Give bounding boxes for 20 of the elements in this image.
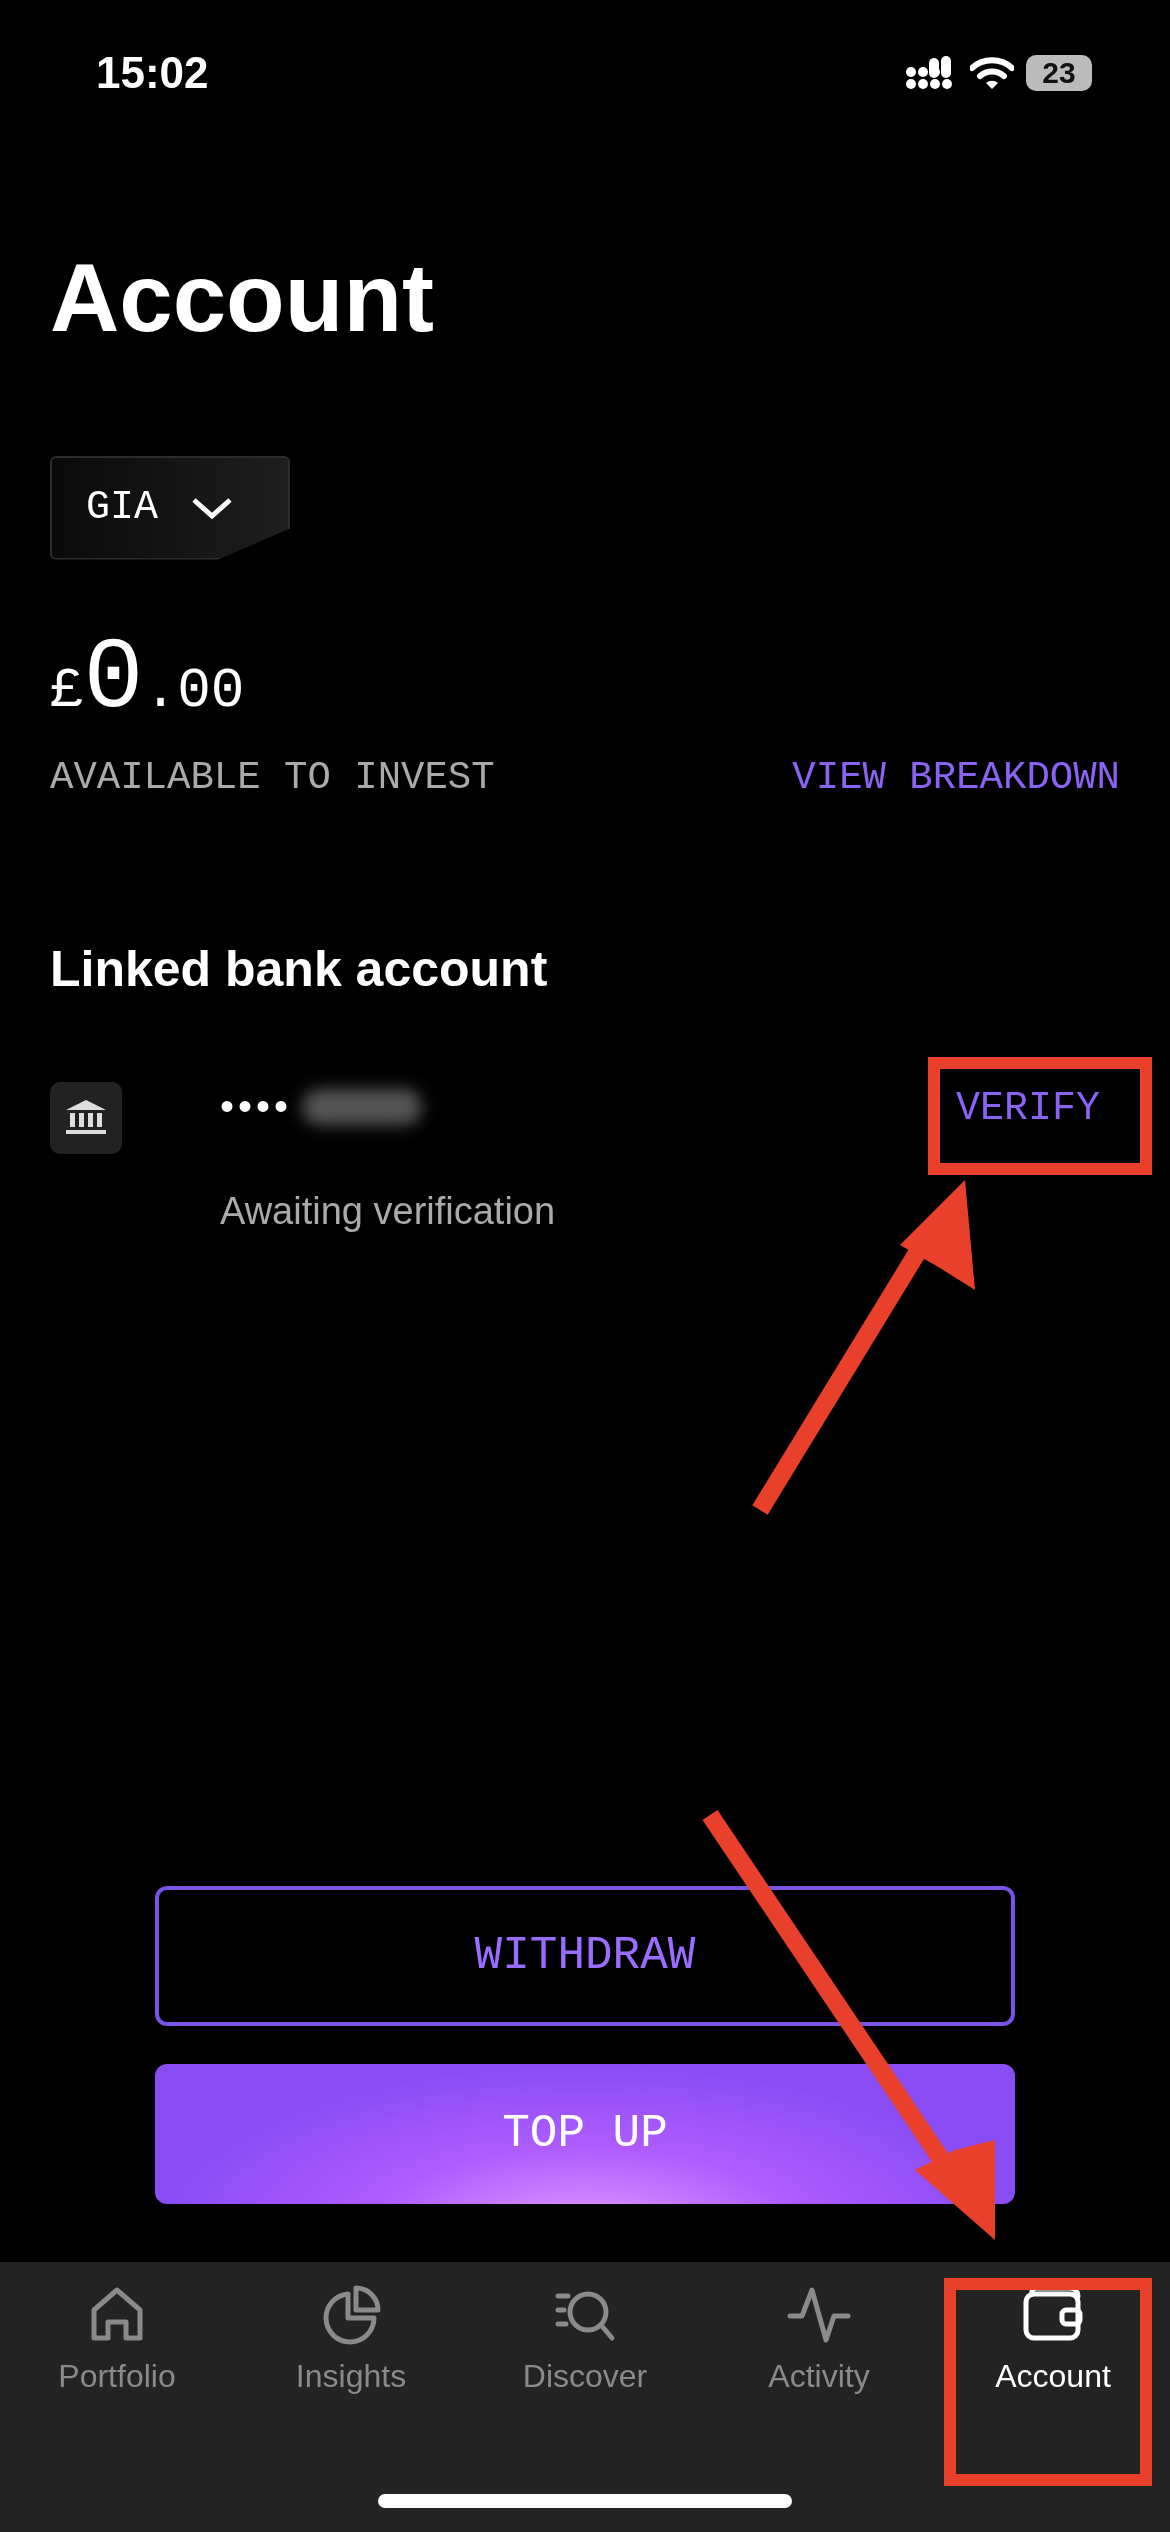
verification-status: Awaiting verification	[220, 1189, 557, 1233]
balance-amount: £0.00	[50, 629, 246, 730]
battery-icon: 23	[1026, 54, 1092, 91]
masked-account-number: ••••	[220, 1084, 292, 1130]
status-time: 15:02	[96, 47, 209, 98]
withdraw-button[interactable]: WITHDRAW	[155, 1886, 1015, 2026]
tab-item[interactable]: Activity	[702, 2282, 936, 2432]
balance-label: AVAILABLE TO INVEST	[50, 755, 495, 800]
top-up-button[interactable]: TOP UP	[155, 2064, 1015, 2204]
page-title: Account	[50, 245, 435, 351]
bank-icon	[50, 1081, 122, 1154]
wifi-icon	[970, 55, 1014, 90]
tab-item[interactable]: Insights	[234, 2282, 468, 2432]
tab-item[interactable]: Account	[936, 2282, 1170, 2432]
tab-item[interactable]: Discover	[468, 2282, 702, 2432]
tab-item[interactable]: Portfolio	[0, 2282, 234, 2432]
section-heading: Linked bank account	[50, 939, 549, 998]
view-breakdown-link[interactable]: VIEW BREAKDOWN	[792, 755, 1120, 800]
account-dropdown[interactable]: GIA	[50, 455, 290, 560]
verify-link[interactable]: VERIFY	[955, 1085, 1100, 1131]
